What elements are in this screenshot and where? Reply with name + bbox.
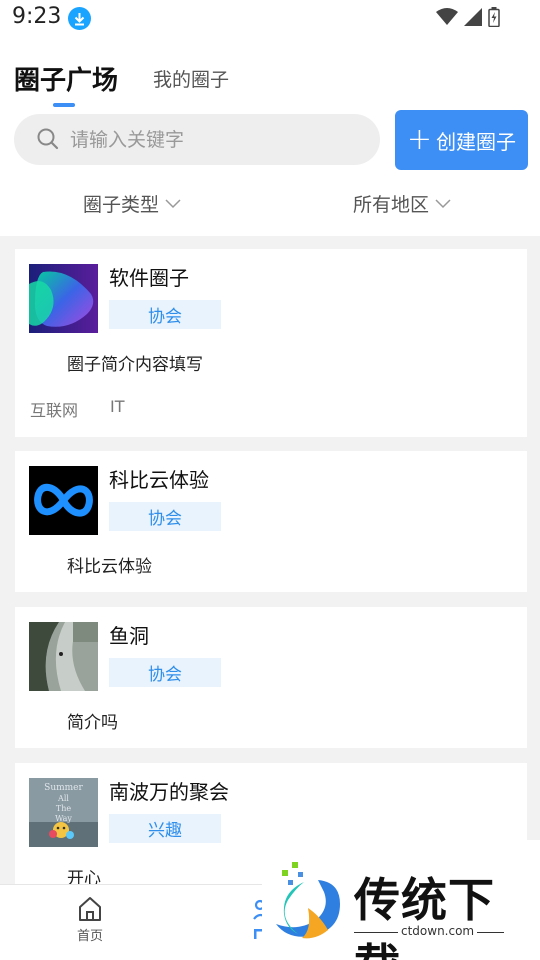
summer-poster-thumbnail: Summer All The Way <box>29 778 98 847</box>
circle-title: 南波万的聚会 <box>109 780 229 804</box>
status-icons <box>436 7 500 27</box>
wifi-icon <box>436 8 458 25</box>
nav-home-label: 首页 <box>76 929 103 944</box>
circle-tags: 互联网 IT <box>30 397 125 421</box>
create-circle-label: 创建圈子 <box>436 129 517 154</box>
circle-description: 科比云体验 <box>67 557 152 577</box>
circle-title: 软件圈子 <box>109 266 189 290</box>
watermark-name: 传统下载 <box>354 873 495 960</box>
status-bar: 9:23 <box>0 0 540 38</box>
circle-title: 鱼洞 <box>109 624 149 648</box>
circle-card[interactable]: 科比云体验 协会 科比云体验 <box>15 451 527 592</box>
watermark: 传统下载 ctdown.com <box>262 840 540 960</box>
search-icon <box>37 128 59 150</box>
search-input[interactable] <box>70 114 360 165</box>
watermark-logo-icon <box>276 862 340 939</box>
signal-icon <box>464 8 482 26</box>
circle-card[interactable]: 鱼洞 协会 简介吗 <box>15 607 527 748</box>
battery-icon <box>488 7 500 27</box>
circle-type-badge: 协会 <box>109 502 221 531</box>
circle-type-badge: 协会 <box>109 300 221 329</box>
create-circle-button[interactable]: + 创建圈子 <box>395 110 528 170</box>
poster-text: The <box>56 804 71 813</box>
download-icon <box>68 7 91 30</box>
tab-circle-square[interactable]: 圈子广场 <box>14 60 118 97</box>
plus-icon: + <box>406 122 433 157</box>
circle-title: 科比云体验 <box>109 468 209 492</box>
status-time: 9:23 <box>12 4 62 29</box>
meta-logo-thumbnail <box>29 466 98 535</box>
circle-tag: 互联网 <box>30 401 79 420</box>
filter-region[interactable]: 所有地区 <box>353 190 451 217</box>
watermark-url: ctdown.com <box>398 924 478 938</box>
chevron-down-icon <box>165 198 181 208</box>
circle-type-badge: 协会 <box>109 658 221 687</box>
filter-region-label: 所有地区 <box>353 194 430 216</box>
tab-indicator <box>53 103 75 107</box>
circle-thumbnail <box>29 264 98 333</box>
poster-text: Summer <box>44 783 83 793</box>
circle-description: 简介吗 <box>67 713 118 733</box>
header-area: 9:23 圈子广场 我的圈子 + 创建圈子 圈子类型 所有地区 <box>0 0 540 236</box>
road-photo-thumbnail <box>29 622 98 691</box>
chevron-down-icon <box>435 198 451 208</box>
search-bar[interactable] <box>14 114 380 165</box>
circle-tag: IT <box>110 397 125 416</box>
circle-card[interactable]: 软件圈子 协会 圈子简介内容填写 互联网 IT <box>15 249 527 437</box>
filter-circle-type[interactable]: 圈子类型 <box>83 190 181 217</box>
filter-circle-type-label: 圈子类型 <box>83 194 160 216</box>
poster-text: All <box>57 794 69 803</box>
circle-description: 圈子简介内容填写 <box>67 355 203 375</box>
nav-home[interactable]: 首页 <box>60 895 120 944</box>
tab-my-circles[interactable]: 我的圈子 <box>153 65 229 92</box>
home-icon <box>79 897 101 921</box>
poster-text: Way <box>55 814 72 823</box>
circle-type-badge: 兴趣 <box>109 814 221 843</box>
